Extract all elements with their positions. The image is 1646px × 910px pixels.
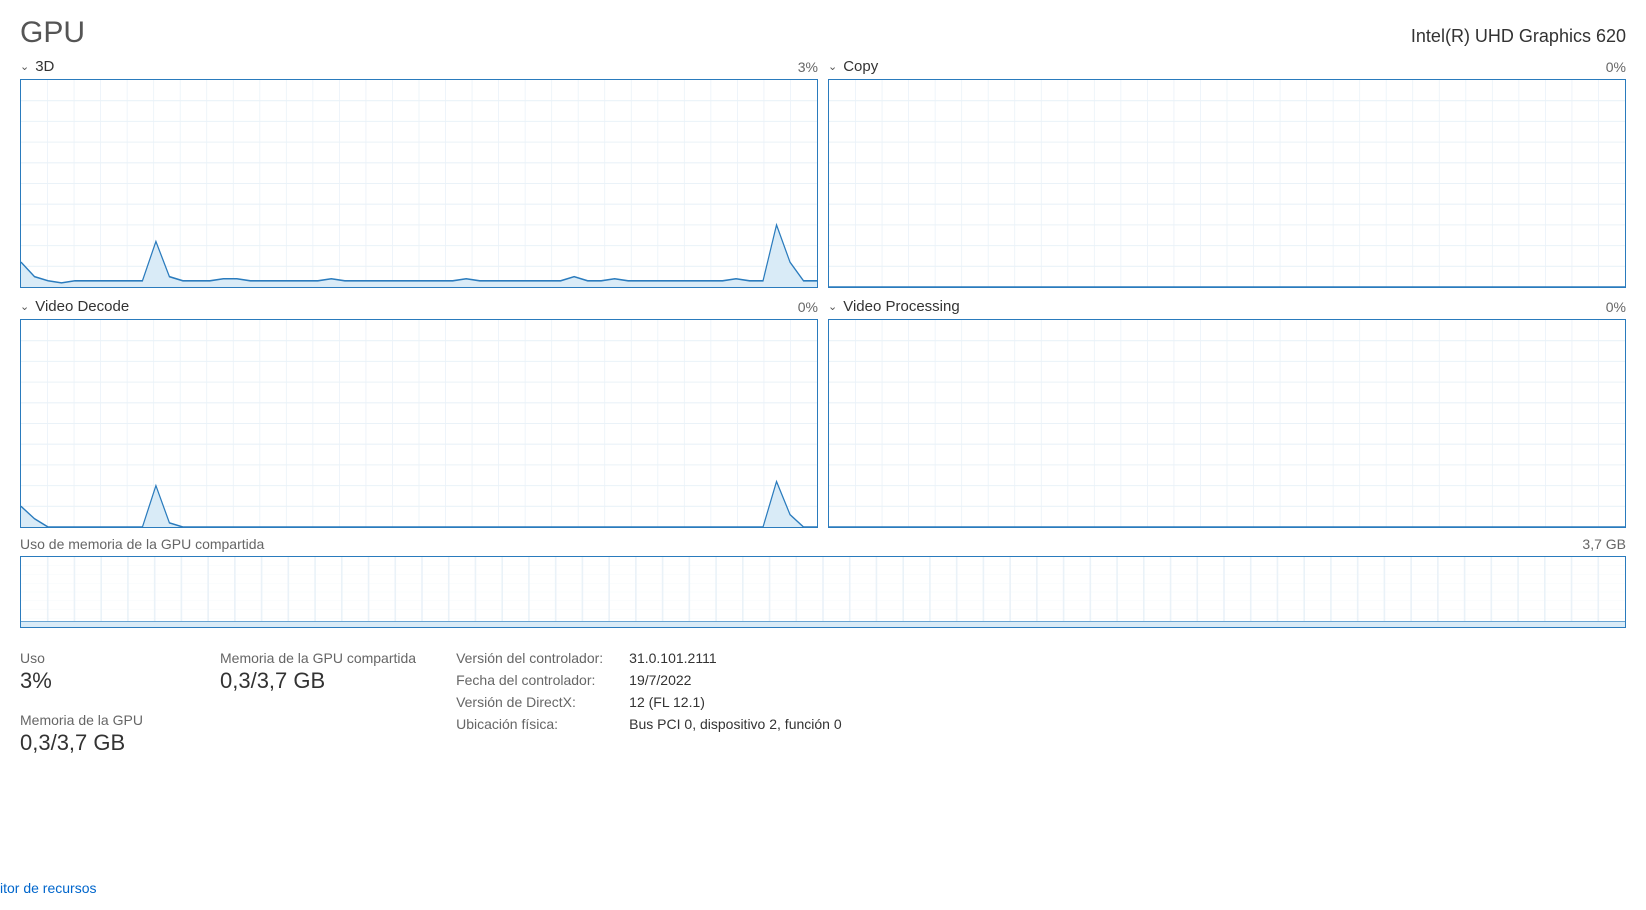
chart-video-processing-label: Video Processing (843, 298, 959, 315)
stat-shared-memory: Memoria de la GPU compartida 0,3/3,7 GB (220, 650, 416, 694)
chart-video-decode: ⌄ Video Decode 0% (20, 298, 818, 528)
shared-memory-canvas (20, 556, 1626, 628)
detail-col: Versión del controlador: 31.0.101.2111 F… (456, 650, 842, 732)
chart-3d-value: 3% (798, 59, 818, 75)
chevron-down-icon: ⌄ (20, 60, 29, 73)
chevron-down-icon: ⌄ (828, 60, 837, 73)
chart-3d-header[interactable]: ⌄ 3D 3% (20, 58, 818, 75)
chevron-down-icon: ⌄ (828, 300, 837, 313)
driver-date-label: Fecha del controlador: (456, 672, 603, 688)
chart-video-decode-canvas (20, 319, 818, 528)
stat-gpu-memory-label: Memoria de la GPU (20, 712, 180, 728)
stat-uso: Uso 3% (20, 650, 180, 694)
chart-video-processing-canvas (828, 319, 1626, 528)
chart-copy-label: Copy (843, 58, 878, 75)
stat-gpu-memory: Memoria de la GPU 0,3/3,7 GB (20, 712, 180, 756)
gpu-model-name: Intel(R) UHD Graphics 620 (1411, 26, 1626, 47)
stat-col-1: Uso 3% Memoria de la GPU 0,3/3,7 GB (20, 650, 180, 756)
directx-label: Versión de DirectX: (456, 694, 603, 710)
driver-version-value: 31.0.101.2111 (629, 650, 841, 666)
gpu-header: GPU Intel(R) UHD Graphics 620 (0, 0, 1646, 58)
chart-video-decode-label: Video Decode (35, 298, 129, 315)
stat-shared-memory-label: Memoria de la GPU compartida (220, 650, 416, 666)
driver-version-label: Versión del controlador: (456, 650, 603, 666)
chart-copy-canvas (828, 79, 1626, 288)
chart-copy-header[interactable]: ⌄ Copy 0% (828, 58, 1626, 75)
stat-uso-value: 3% (20, 668, 180, 694)
resource-monitor-link[interactable]: itor de recursos (0, 880, 96, 896)
chart-video-decode-value: 0% (798, 299, 818, 315)
stat-shared-memory-value: 0,3/3,7 GB (220, 668, 416, 694)
stat-uso-label: Uso (20, 650, 180, 666)
stat-col-2: Memoria de la GPU compartida 0,3/3,7 GB (220, 650, 416, 694)
stat-gpu-memory-value: 0,3/3,7 GB (20, 730, 180, 756)
chart-copy: ⌄ Copy 0% (828, 58, 1626, 288)
driver-date-value: 19/7/2022 (629, 672, 841, 688)
engine-charts-grid: ⌄ 3D 3% ⌄ Copy 0% ⌄ Video Decode 0% (0, 58, 1646, 528)
chart-3d-canvas (20, 79, 818, 288)
shared-memory-chart-header: Uso de memoria de la GPU compartida 3,7 … (20, 536, 1626, 552)
chart-3d-label: 3D (35, 58, 54, 75)
shared-memory-chart-block: Uso de memoria de la GPU compartida 3,7 … (0, 528, 1646, 628)
stats-panel: Uso 3% Memoria de la GPU 0,3/3,7 GB Memo… (0, 628, 1646, 756)
shared-memory-max: 3,7 GB (1582, 536, 1626, 552)
shared-memory-label: Uso de memoria de la GPU compartida (20, 536, 264, 552)
chart-video-decode-header[interactable]: ⌄ Video Decode 0% (20, 298, 818, 315)
chart-video-processing: ⌄ Video Processing 0% (828, 298, 1626, 528)
chart-copy-value: 0% (1606, 59, 1626, 75)
chart-video-processing-value: 0% (1606, 299, 1626, 315)
chart-3d: ⌄ 3D 3% (20, 58, 818, 288)
chart-video-processing-header[interactable]: ⌄ Video Processing 0% (828, 298, 1626, 315)
chevron-down-icon: ⌄ (20, 300, 29, 313)
phys-location-value: Bus PCI 0, dispositivo 2, función 0 (629, 716, 841, 732)
directx-value: 12 (FL 12.1) (629, 694, 841, 710)
page-title: GPU (20, 16, 85, 50)
phys-location-label: Ubicación física: (456, 716, 603, 732)
